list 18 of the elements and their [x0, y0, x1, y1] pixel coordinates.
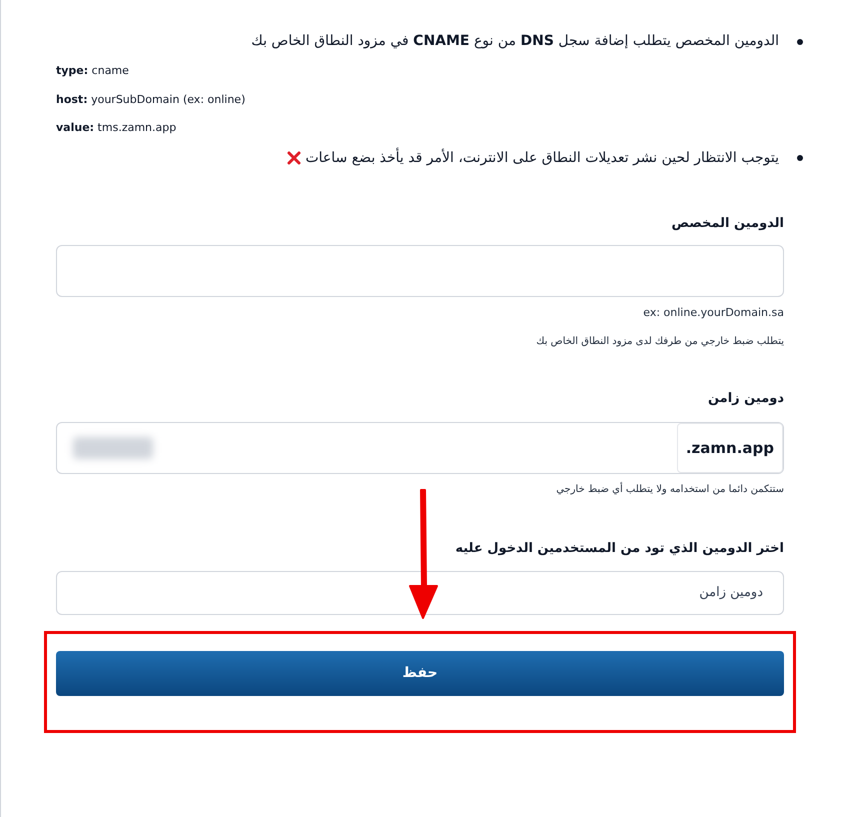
bullet-icon — [797, 155, 803, 161]
hint-text: ستتكمن دائما من استخدامه ولا يتطلب أي ضبط خارجي — [555, 482, 784, 497]
record-text: host: yourSubDomain (ex: online) — [56, 92, 246, 106]
field-label: اختر الدومين الذي تود من المستخدمين الدخول عليه — [454, 540, 784, 558]
save-button[interactable]: حفظ — [56, 650, 784, 696]
hint-text: يتطلب ضبط خارجي من طرفك لدى مزود النطاق الخاص بك — [535, 334, 784, 348]
note-text: يتوجب الانتظار لحين نشر تعديلات النطاق على الانترنت، الأمر قد يأخذ بضع ساعات — [305, 148, 779, 168]
domain-suffix: .zamn.app — [676, 423, 783, 473]
select-field[interactable]: دومين زامن — [56, 570, 784, 614]
input-field[interactable] — [56, 245, 784, 297]
record-text: value: tms.zamn.app — [56, 121, 176, 134]
field-label: الدومين المخصص — [670, 214, 784, 232]
field-label: دومين زامن — [706, 390, 784, 408]
record-text: type: cname — [56, 64, 129, 77]
example-text: ex: online.yourDomain.sa — [642, 305, 784, 321]
cross-icon — [287, 151, 302, 165]
bullet-icon — [797, 38, 803, 44]
input-field[interactable]: .zamn.app — [56, 422, 784, 474]
